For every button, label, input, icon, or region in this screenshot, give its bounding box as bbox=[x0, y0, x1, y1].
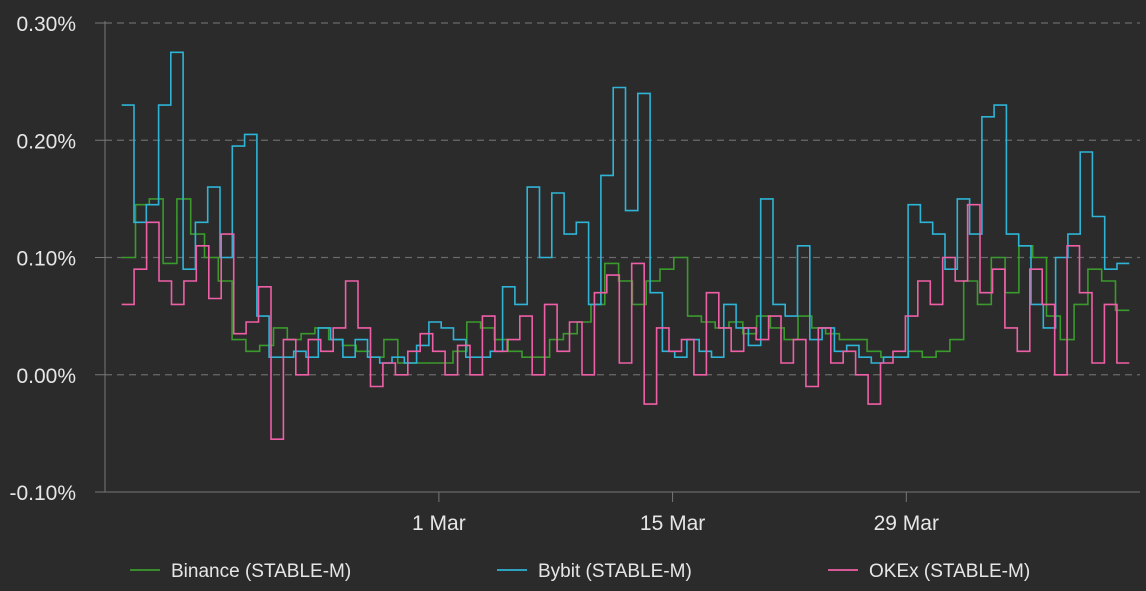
x-tick-label: 1 Mar bbox=[412, 512, 466, 535]
legend: Binance (STABLE-M) Bybit (STABLE-M) OKEx (… bbox=[130, 561, 1030, 582]
y-tick-label: 0.00% bbox=[16, 365, 76, 388]
legend-label: Bybit (STABLE-M) bbox=[538, 561, 692, 582]
y-tick-label: 0.30% bbox=[16, 13, 76, 36]
x-tick-label: 15 Mar bbox=[640, 512, 705, 535]
legend-label: OKEx (STABLE-M) bbox=[869, 561, 1030, 582]
y-tick-label: 0.10% bbox=[16, 248, 76, 271]
funding-rate-chart: 0.30% 0.20% 0.10% 0.00% -0.10% 1 Mar 15 Mar 29… bbox=[0, 0, 1146, 591]
legend-label: Binance (STABLE-M) bbox=[171, 561, 351, 582]
y-tick-label: -0.10% bbox=[9, 482, 76, 505]
x-tick-label: 29 Mar bbox=[874, 512, 939, 535]
y-tick-label: 0.20% bbox=[16, 130, 76, 153]
